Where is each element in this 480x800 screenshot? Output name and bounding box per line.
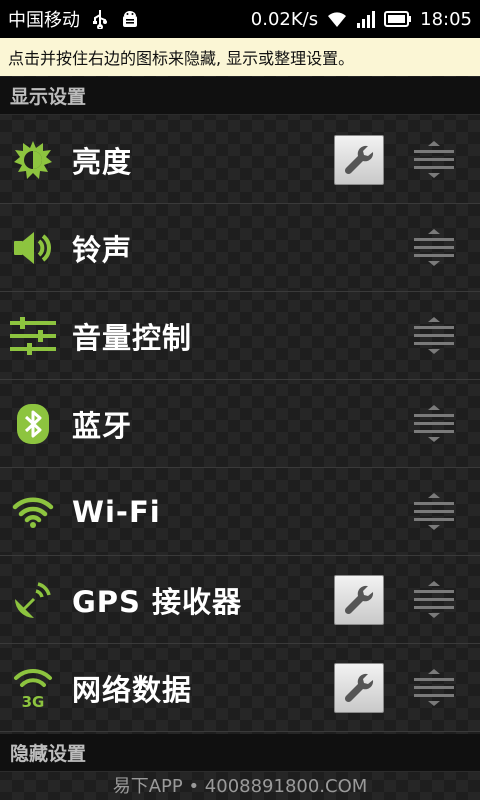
- carrier-label: 中国移动: [8, 10, 80, 31]
- list-item-label: 网络数据: [72, 672, 193, 707]
- volume-sliders-icon: [10, 313, 56, 359]
- list-item-bluetooth[interactable]: 蓝牙: [0, 380, 480, 468]
- list-item-gps[interactable]: GPS 接收器: [0, 556, 480, 644]
- list-item-label: Wi-Fi: [72, 494, 161, 529]
- list-item-mobile-data[interactable]: 3G 网络数据: [0, 644, 480, 732]
- 3g-data-icon: 3G: [10, 665, 56, 711]
- section-header-display: 显示设置: [0, 77, 480, 115]
- list-item-label: 亮度: [72, 144, 133, 179]
- drag-handle-icon[interactable]: [412, 228, 456, 268]
- drag-handle-icon[interactable]: [412, 580, 456, 620]
- list-item-label: 音量控制: [72, 320, 193, 355]
- usb-icon: [92, 9, 108, 29]
- list-item-brightness[interactable]: 亮度: [0, 116, 480, 204]
- wifi-signal-icon: [326, 10, 348, 28]
- android-debug-icon: [120, 9, 140, 29]
- svg-text:3G: 3G: [22, 693, 45, 709]
- clock: 18:05: [420, 8, 472, 30]
- status-bar: 中国移动 0.02K/s 18:05: [0, 0, 480, 38]
- hint-banner: 点击并按住右边的图标来隐藏, 显示或整理设置。: [0, 38, 480, 76]
- net-speed: 0.02K/s: [250, 8, 319, 30]
- drag-handle-icon[interactable]: [412, 404, 456, 444]
- list-item-label: 铃声: [72, 232, 133, 267]
- drag-handle-icon[interactable]: [412, 140, 456, 180]
- list-item-wifi[interactable]: Wi-Fi: [0, 468, 480, 556]
- mobile-data-settings-button[interactable]: [334, 663, 384, 713]
- drag-handle-icon[interactable]: [412, 492, 456, 532]
- watermark-text: 易下APP • 4008891800.COM: [112, 776, 368, 797]
- wrench-icon: [344, 673, 374, 703]
- wrench-icon: [344, 585, 374, 615]
- list-item-label: GPS 接收器: [72, 584, 243, 619]
- gps-dish-icon: [10, 577, 56, 623]
- list-item-ringtone[interactable]: 铃声: [0, 204, 480, 292]
- list-item-label: 蓝牙: [72, 408, 133, 443]
- settings-list: 亮度 铃声 音量控制 蓝牙 Wi-Fi GPS 接收器 3G 网络数据: [0, 116, 480, 732]
- list-item-volume-control[interactable]: 音量控制: [0, 292, 480, 380]
- drag-handle-icon[interactable]: [412, 668, 456, 708]
- brightness-settings-button[interactable]: [334, 135, 384, 185]
- volume-icon: [10, 225, 56, 271]
- bluetooth-icon: [10, 401, 56, 447]
- wrench-icon: [344, 145, 374, 175]
- section-header-hidden: 隐藏设置: [0, 734, 480, 772]
- gps-settings-button[interactable]: [334, 575, 384, 625]
- battery-icon: [384, 11, 412, 27]
- drag-handle-icon[interactable]: [412, 316, 456, 356]
- wifi-icon: [10, 489, 56, 535]
- cell-signal-icon: [356, 10, 376, 28]
- brightness-icon: [10, 137, 56, 183]
